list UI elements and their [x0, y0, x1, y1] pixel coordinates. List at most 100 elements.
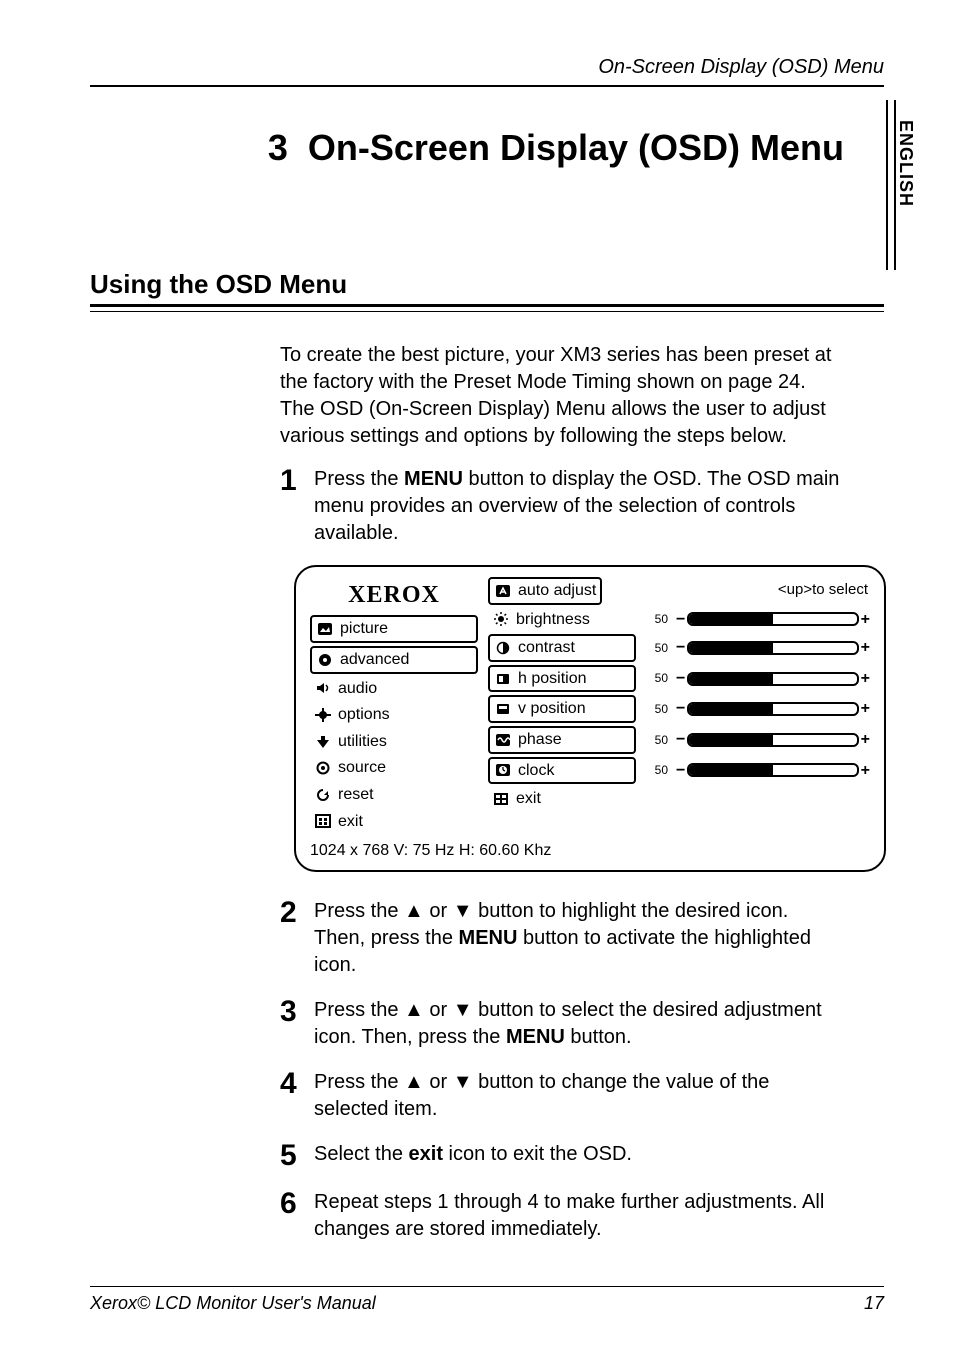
osd-value: 50 — [644, 611, 668, 627]
osd-cat-utilities[interactable]: utilities — [310, 730, 478, 754]
step-bold: exit — [409, 1143, 443, 1165]
osd-value: 50 — [644, 640, 668, 656]
picture-icon — [316, 622, 334, 636]
step-post: button. — [565, 1026, 632, 1048]
step-3: 3 Press the ▲ or ▼ button to select the … — [280, 997, 844, 1051]
step-number: 4 — [280, 1069, 314, 1123]
osd-slider[interactable]: −+ — [676, 668, 870, 690]
audio-icon — [314, 681, 332, 695]
osd-cat-exit[interactable]: exit — [310, 810, 478, 834]
step-bold: MENU — [459, 927, 518, 949]
osd-value: 50 — [644, 732, 668, 748]
auto-adjust-icon — [494, 584, 512, 598]
utilities-icon — [314, 735, 332, 749]
step-2: 2 Press the ▲ or ▼ button to highlight t… — [280, 898, 844, 979]
osd-cat-label: exit — [338, 811, 363, 833]
osd-item-label: clock — [518, 760, 554, 782]
options-icon — [314, 708, 332, 722]
side-rule — [886, 100, 888, 270]
step-number: 1 — [280, 466, 314, 547]
osd-slider[interactable]: −+ — [676, 637, 870, 659]
step-text: Press the MENU button to display the OSD… — [314, 466, 844, 547]
osd-value: 50 — [644, 670, 668, 686]
source-icon — [314, 761, 332, 775]
step-bold: MENU — [506, 1026, 565, 1048]
contrast-icon — [494, 641, 512, 655]
osd-cat-label: picture — [340, 618, 388, 640]
osd-panel: XEROX picture advanced audio options uti… — [294, 565, 886, 872]
osd-category-list: XEROX picture advanced audio options uti… — [310, 577, 478, 836]
osd-auto-adjust[interactable]: auto adjust — [488, 577, 602, 605]
minus-icon: − — [676, 637, 685, 659]
osd-cat-label: options — [338, 704, 390, 726]
step-number: 5 — [280, 1141, 314, 1171]
osd-cat-options[interactable]: options — [310, 703, 478, 727]
osd-cat-audio[interactable]: audio — [310, 677, 478, 701]
footer-left: Xerox© LCD Monitor User's Manual — [90, 1293, 376, 1314]
osd-item-label: contrast — [518, 637, 575, 659]
osd-row-brightness[interactable]: brightness 50 −+ — [488, 608, 870, 632]
step-text: Press the ▲ or ▼ button to change the va… — [314, 1069, 844, 1123]
osd-value: 50 — [644, 701, 668, 717]
page-number: 17 — [864, 1293, 884, 1314]
page-footer: Xerox© LCD Monitor User's Manual 17 — [90, 1286, 884, 1314]
phase-icon — [494, 733, 512, 747]
vposition-icon — [494, 702, 512, 716]
plus-icon: + — [861, 609, 870, 631]
osd-row-phase[interactable]: phase 50 −+ — [488, 726, 870, 754]
step-pre: Press the ▲ or ▼ button to change the va… — [314, 1071, 769, 1120]
osd-select-hint: <up>to select — [776, 578, 870, 604]
section-rule — [90, 304, 884, 312]
osd-row-contrast[interactable]: contrast 50 −+ — [488, 634, 870, 662]
minus-icon: − — [676, 729, 685, 751]
osd-cat-advanced[interactable]: advanced — [310, 646, 478, 674]
osd-row-exit[interactable]: exit — [488, 787, 870, 811]
osd-slider[interactable]: −+ — [676, 760, 870, 782]
osd-item-label: h position — [518, 668, 587, 690]
osd-row-hposition[interactable]: h position 50 −+ — [488, 665, 870, 693]
osd-mode-line: 1024 x 768 V: 75 Hz H: 60.60 Khz — [310, 836, 870, 862]
osd-slider[interactable]: −+ — [676, 698, 870, 720]
osd-item-label: phase — [518, 729, 562, 751]
hposition-icon — [494, 672, 512, 686]
osd-cat-reset[interactable]: reset — [310, 783, 478, 807]
advanced-icon — [316, 653, 334, 667]
osd-item-label: exit — [516, 788, 541, 810]
step-text: Repeat steps 1 through 4 to make further… — [314, 1189, 844, 1243]
plus-icon: + — [861, 637, 870, 659]
section-title: Using the OSD Menu — [90, 269, 884, 300]
osd-cat-label: audio — [338, 678, 377, 700]
step-text: Select the exit icon to exit the OSD. — [314, 1141, 844, 1171]
minus-icon: − — [676, 760, 685, 782]
plus-icon: + — [861, 729, 870, 751]
osd-cat-label: source — [338, 757, 386, 779]
osd-row-clock[interactable]: clock 50 −+ — [488, 757, 870, 785]
step-pre: Press the — [314, 468, 404, 490]
osd-brand: XEROX — [310, 577, 478, 615]
osd-item-label: v position — [518, 698, 586, 720]
step-1: 1 Press the MENU button to display the O… — [280, 466, 844, 547]
plus-icon: + — [861, 760, 870, 782]
osd-value: 50 — [644, 762, 668, 778]
step-pre: Select the — [314, 1143, 409, 1165]
language-tab: ENGLISH — [895, 120, 916, 207]
osd-slider[interactable]: −+ — [676, 729, 870, 751]
osd-item-label: brightness — [516, 609, 590, 631]
osd-cat-picture[interactable]: picture — [310, 615, 478, 643]
chapter-title-text: On-Screen Display (OSD) Menu — [308, 127, 844, 168]
osd-cat-label: advanced — [340, 649, 409, 671]
step-text: Press the ▲ or ▼ button to highlight the… — [314, 898, 844, 979]
osd-cat-source[interactable]: source — [310, 756, 478, 780]
reset-icon — [314, 788, 332, 802]
exit-icon — [314, 814, 332, 828]
intro-paragraph: To create the best picture, your XM3 ser… — [280, 342, 844, 450]
step-number: 2 — [280, 898, 314, 979]
top-rule — [90, 85, 884, 87]
osd-slider[interactable]: −+ — [676, 609, 870, 631]
osd-row-vposition[interactable]: v position 50 −+ — [488, 695, 870, 723]
clock-icon — [494, 763, 512, 777]
minus-icon: − — [676, 698, 685, 720]
running-head: On-Screen Display (OSD) Menu — [90, 56, 884, 79]
step-6: 6 Repeat steps 1 through 4 to make furth… — [280, 1189, 844, 1243]
chapter-num: 3 — [268, 127, 288, 168]
